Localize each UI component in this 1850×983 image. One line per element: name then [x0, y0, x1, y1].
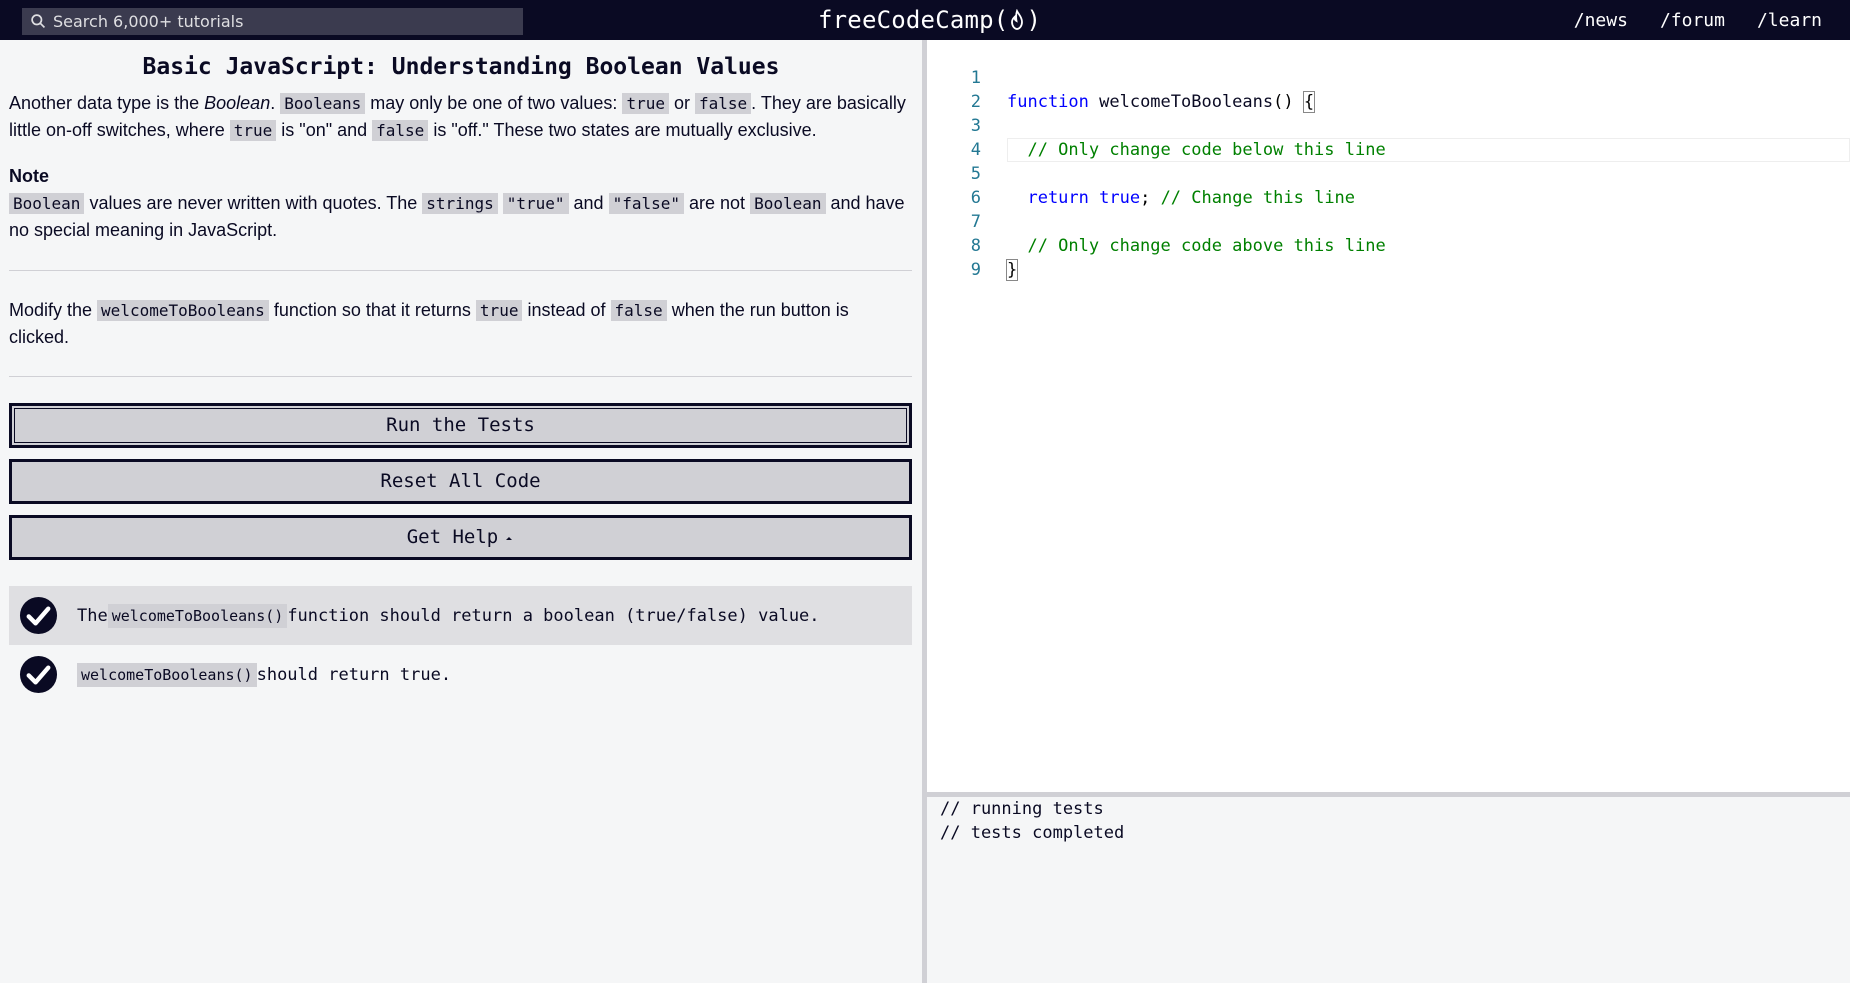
inline-code: true	[475, 300, 523, 321]
nav-links: /news /forum /learn	[1574, 0, 1822, 40]
inline-code: Boolean	[750, 193, 826, 214]
text: or	[668, 93, 695, 113]
get-help-label: Get Help	[406, 526, 499, 548]
logo-text-left: freeCodeCamp(	[818, 6, 1009, 34]
text: is "off." These two states are mutually …	[428, 120, 817, 140]
code-line-8: 8 }	[927, 210, 1850, 281]
code-line-6: 6	[927, 162, 1850, 208]
code-line-5: 5 return true; // Change this line	[927, 138, 1850, 208]
inline-code: false	[694, 93, 752, 114]
instructions-pane: Basic JavaScript: Understanding Boolean …	[0, 40, 922, 983]
line-number: 9	[970, 260, 981, 280]
console-line: // running tests	[940, 799, 1104, 819]
console-line: // tests completed	[940, 823, 1125, 843]
test-result-row: welcomeToBooleans() should return true.	[9, 645, 912, 704]
text	[498, 193, 503, 213]
description-paragraph-1: Another data type is the Boolean. Boolea…	[9, 90, 913, 144]
output-console: // running tests // tests completed	[927, 797, 1850, 983]
search-bar[interactable]	[22, 8, 523, 35]
top-navbar: freeCodeCamp( ) /news /forum /learn	[0, 0, 1850, 40]
inline-code: true	[229, 120, 277, 141]
text: is "on" and	[276, 120, 373, 140]
inline-code: false	[372, 120, 429, 141]
emphasis-boolean: Boolean	[204, 93, 271, 113]
code-line-9: 9	[927, 234, 1850, 280]
inline-code: welcomeToBooleans()	[107, 603, 288, 628]
challenge-title: Basic JavaScript: Understanding Boolean …	[142, 54, 780, 80]
inline-code: "false"	[608, 193, 685, 214]
code-line-3: 3 // Only change code below this line	[927, 90, 1850, 160]
inline-code: strings	[422, 193, 498, 214]
note-heading: Note	[9, 166, 49, 186]
search-icon	[31, 14, 46, 29]
reset-code-button[interactable]: Reset All Code	[9, 459, 912, 504]
test-text: The	[77, 605, 108, 626]
logo-text-right: )	[1026, 6, 1042, 34]
code-line-1: 1 function welcomeToBooleans() {	[927, 42, 1850, 113]
code-line-7: 7 // Only change code above this line	[927, 186, 1850, 256]
caret-up-icon	[506, 536, 513, 540]
inline-code: false	[610, 300, 667, 321]
text: instead of	[522, 300, 611, 320]
nav-link-news[interactable]: /news	[1574, 10, 1628, 31]
text: and	[568, 193, 609, 213]
get-help-button[interactable]: Get Help	[9, 515, 912, 560]
inline-code: welcomeToBooleans()	[77, 662, 257, 687]
note-paragraph: Boolean values are never written with qu…	[9, 190, 913, 244]
test-result-row: The welcomeToBooleans() function should …	[9, 586, 912, 645]
flame-icon	[1011, 9, 1024, 30]
inline-code: welcomeToBooleans	[97, 300, 269, 321]
search-input[interactable]	[53, 8, 523, 35]
check-circle-icon	[19, 596, 58, 635]
run-tests-button[interactable]: Run the Tests	[9, 403, 912, 448]
text: may only be one of two values:	[365, 93, 623, 113]
inline-code: Booleans	[280, 93, 366, 114]
test-text: should return true.	[256, 664, 452, 685]
text: values are never written with quotes. Th…	[84, 193, 423, 213]
divider	[9, 376, 912, 377]
instructions-paragraph: Modify the welcomeToBooleans function so…	[9, 297, 913, 351]
text: are not	[684, 193, 751, 213]
test-results: The welcomeToBooleans() function should …	[9, 586, 912, 704]
inline-code: Boolean	[9, 193, 85, 214]
text: Modify the	[9, 300, 98, 320]
check-circle-icon	[19, 655, 58, 694]
inline-code: "true"	[502, 193, 569, 214]
text: .	[270, 93, 281, 113]
nav-link-forum[interactable]: /forum	[1660, 10, 1725, 31]
code-line-2: 2	[927, 66, 1850, 112]
divider	[9, 270, 912, 271]
text: Another data type is the	[9, 93, 205, 113]
test-text: function should return a boolean (true/f…	[287, 605, 820, 626]
nav-link-learn[interactable]: /learn	[1757, 10, 1822, 31]
code-editor[interactable]: 1 function welcomeToBooleans() { 2 3 // …	[927, 40, 1850, 792]
code-line-4: 4	[927, 114, 1850, 160]
freecodecamp-logo[interactable]: freeCodeCamp( )	[818, 3, 1041, 37]
inline-code: true	[622, 93, 669, 114]
text: function so that it returns	[268, 300, 476, 320]
matched-bracket: }	[1005, 259, 1019, 281]
